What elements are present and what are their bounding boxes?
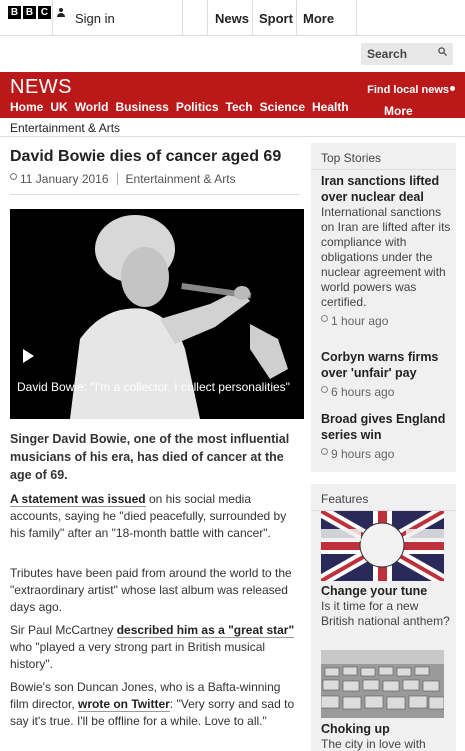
search-icon (438, 47, 447, 56)
top-story-item[interactable]: Broad gives England series win 9 hours a… (321, 411, 451, 461)
sign-in-link[interactable]: Sign in (57, 0, 115, 36)
article-paragraph: Tributes have been paid from around the … (10, 566, 292, 614)
section-uk[interactable]: UK (50, 100, 67, 114)
statement-link[interactable]: A statement was issued (10, 492, 146, 507)
story-title[interactable]: Broad gives England series win (321, 411, 451, 443)
section-science[interactable]: Science (260, 100, 305, 114)
story-time: 6 hours ago (321, 385, 451, 399)
article-paragraph: Bowie's son Duncan Jones, who is a Bafta… (10, 680, 295, 728)
clock-icon (321, 314, 328, 322)
article-date: 11 January 2016 (20, 172, 109, 186)
divider (116, 173, 118, 185)
divider (311, 169, 456, 170)
twitter-link[interactable]: wrote on Twitter (78, 697, 170, 712)
section-more[interactable]: More (384, 104, 413, 118)
clock-icon (321, 385, 328, 393)
section-world[interactable]: World (75, 100, 109, 114)
union-jack-photo[interactable] (321, 511, 444, 581)
divider (10, 194, 300, 195)
feature-summary: The city in love with (321, 737, 426, 751)
features-panel: Features Change your tune Is it time for… (311, 484, 456, 751)
location-pin-icon (450, 86, 455, 91)
nav-news[interactable]: News (215, 0, 249, 36)
nav-more[interactable]: More (303, 0, 334, 36)
section-tech[interactable]: Tech (226, 100, 253, 114)
divider (356, 0, 357, 36)
section-home[interactable]: Home (10, 100, 43, 114)
features-heading: Features (321, 492, 369, 506)
traffic-jam-photo[interactable] (321, 650, 444, 718)
find-local-news-link[interactable]: Find local news (367, 84, 449, 96)
article-dateline: 11 January 2016 Entertainment & Arts (10, 172, 236, 186)
section-health[interactable]: Health (312, 100, 349, 114)
feature-item[interactable]: Change your tune Is it time for a new Br… (321, 583, 451, 629)
top-stories-heading: Top Stories (321, 151, 382, 165)
feature-item[interactable]: Choking up The city in love with (321, 721, 451, 751)
breadcrumb[interactable]: Entertainment & Arts (10, 121, 120, 135)
image-caption: David Bowie: "I'm a collector. I collect… (17, 380, 290, 394)
story-summary: International sanctions on Iran are lift… (321, 205, 451, 309)
feature-title[interactable]: Choking up (321, 721, 451, 737)
top-bar: B B C Sign in News Sport More (0, 0, 465, 36)
divider (296, 0, 297, 36)
feature-title[interactable]: Change your tune (321, 583, 451, 599)
section-politics[interactable]: Politics (176, 100, 219, 114)
divider (52, 0, 53, 36)
article-section-link[interactable]: Entertainment & Arts (126, 172, 236, 186)
search-input[interactable]: Search (361, 43, 453, 65)
nav-sport[interactable]: Sport (259, 0, 293, 36)
story-title[interactable]: Iran sanctions lifted over nuclear deal (321, 173, 451, 205)
story-title[interactable]: Corbyn warns firms over 'unfair' pay (321, 349, 451, 381)
section-nav: Home UK World Business Politics Tech Sci… (10, 100, 349, 114)
divider (252, 0, 253, 36)
section-business[interactable]: Business (115, 100, 168, 114)
bbc-logo[interactable]: B B C (8, 6, 51, 19)
mccartney-link[interactable]: described him as a "great star" (116, 623, 295, 638)
article-paragraph: Sir Paul McCartney described him as a "g… (10, 623, 295, 671)
news-brand[interactable]: NEWS (10, 76, 72, 99)
article-paragraph: A statement was issued on his social med… (10, 492, 287, 540)
divider (182, 0, 183, 36)
feature-summary: Is it time for a new British national an… (321, 599, 450, 628)
top-story-item[interactable]: Iran sanctions lifted over nuclear deal … (321, 173, 451, 328)
play-icon[interactable] (23, 349, 34, 363)
news-header: NEWS Find local news Home UK World Busin… (0, 72, 465, 118)
divider (0, 136, 465, 137)
story-time: 1 hour ago (321, 314, 451, 328)
article-headline: David Bowie dies of cancer aged 69 (10, 148, 282, 165)
top-story-item[interactable]: Corbyn warns firms over 'unfair' pay 6 h… (321, 349, 451, 399)
article-lead: Singer David Bowie, one of the most infl… (10, 432, 290, 482)
video-player[interactable]: David Bowie: "I'm a collector. I collect… (10, 209, 304, 419)
clock-icon (321, 447, 328, 455)
top-stories-panel: Top Stories Iran sanctions lifted over n… (311, 143, 456, 472)
divider (207, 0, 208, 36)
user-icon (57, 7, 65, 17)
clock-icon (10, 172, 17, 180)
story-time: 9 hours ago (321, 447, 451, 461)
